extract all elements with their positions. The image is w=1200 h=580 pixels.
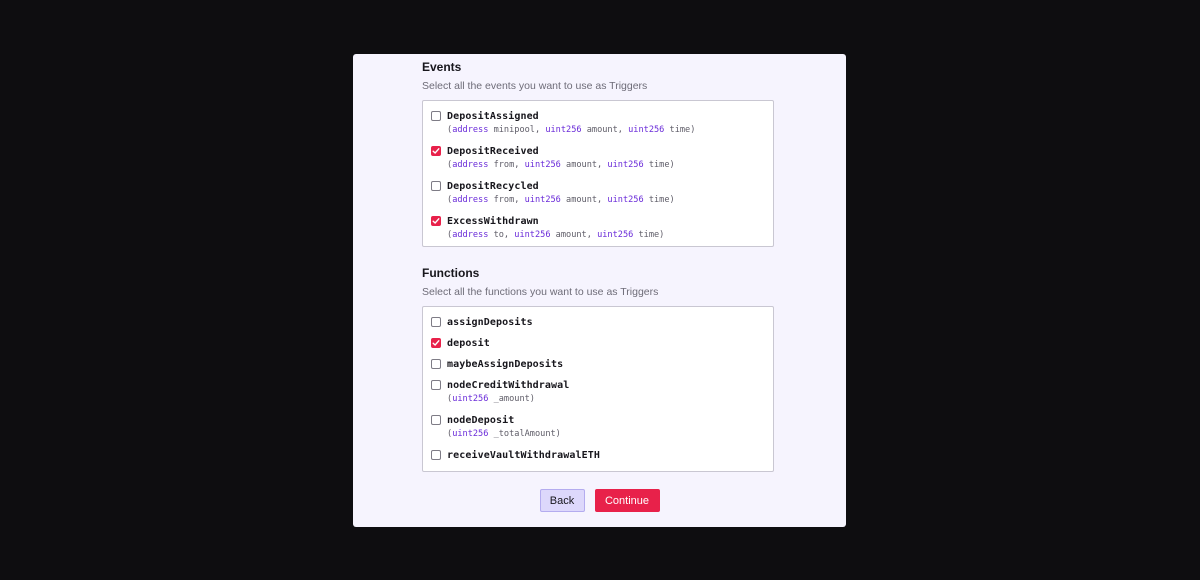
param-text: time) <box>643 195 675 205</box>
param-type: uint256 <box>452 429 489 439</box>
param-text: time) <box>643 160 675 170</box>
function-item[interactable]: receiveVaultWithdrawalETH <box>431 448 765 462</box>
check-icon <box>432 148 440 154</box>
checkbox[interactable] <box>431 359 441 369</box>
events-list[interactable]: DepositAssigned (address minipool, uint25… <box>422 100 774 247</box>
checkbox-checked[interactable] <box>431 338 441 348</box>
item-signature: (address minipool, uint256 amount, uint2… <box>447 124 765 137</box>
item-row[interactable]: assignDeposits <box>431 315 765 329</box>
function-item[interactable]: maybeAssignDeposits <box>431 357 765 371</box>
param-text: amount, <box>560 195 608 205</box>
checkbox-checked[interactable] <box>431 216 441 226</box>
functions-section: Functions Select all the functions you w… <box>422 266 774 472</box>
checkbox-checked[interactable] <box>431 146 441 156</box>
back-button[interactable]: Back <box>539 489 585 512</box>
param-text: _amount) <box>488 394 535 404</box>
item-signature: (address from, uint256 amount, uint256 t… <box>447 194 765 207</box>
functions-list[interactable]: assignDeposits deposit maybeAssignDeposits… <box>422 306 774 472</box>
event-item[interactable]: DepositAssigned (address minipool, uint25… <box>431 109 765 137</box>
param-type: address <box>452 125 489 135</box>
checkbox[interactable] <box>431 450 441 460</box>
param-type: address <box>452 230 489 240</box>
event-item[interactable]: DepositReceived (address from, uint256 am… <box>431 144 765 172</box>
check-icon <box>432 340 440 346</box>
checkbox[interactable] <box>431 181 441 191</box>
item-name: DepositReceived <box>447 145 539 157</box>
events-title: Events <box>422 60 462 74</box>
checkbox[interactable] <box>431 415 441 425</box>
item-row[interactable]: nodeCreditWithdrawal <box>431 378 765 392</box>
param-type: uint256 <box>607 195 644 205</box>
item-name: nodeCreditWithdrawal <box>447 379 570 391</box>
param-type: address <box>452 160 489 170</box>
item-row[interactable]: nodeDeposit <box>431 413 765 427</box>
checkbox[interactable] <box>431 317 441 327</box>
functions-title: Functions <box>422 266 480 280</box>
param-type: uint256 <box>524 195 561 205</box>
events-section: Events Select all the events you want to… <box>422 60 774 247</box>
param-text: _totalAmount) <box>488 429 561 439</box>
item-row[interactable]: recycleDissolvedDeposit <box>431 469 765 472</box>
item-row[interactable]: receiveVaultWithdrawalETH <box>431 448 765 462</box>
param-text: from, <box>488 160 525 170</box>
item-name: recycleDissolvedDeposit <box>447 471 588 472</box>
param-text: from, <box>488 195 525 205</box>
param-type: uint256 <box>452 394 489 404</box>
param-text: minipool, <box>488 125 546 135</box>
item-signature: (uint256 _totalAmount) <box>447 428 765 441</box>
item-row[interactable]: ExcessWithdrawn <box>431 214 765 228</box>
param-text: amount, <box>560 160 608 170</box>
item-signature: (address from, uint256 amount, uint256 t… <box>447 159 765 172</box>
checkbox[interactable] <box>431 471 441 472</box>
events-subtitle: Select all the events you want to use as… <box>422 80 648 92</box>
param-type: uint256 <box>545 125 582 135</box>
function-item[interactable]: nodeDeposit (uint256 _totalAmount) <box>431 413 765 441</box>
item-name: receiveVaultWithdrawalETH <box>447 449 601 461</box>
event-item[interactable]: DepositRecycled (address from, uint256 am… <box>431 179 765 207</box>
item-name: DepositAssigned <box>447 110 539 122</box>
param-type: uint256 <box>628 125 665 135</box>
function-item[interactable]: assignDeposits <box>431 315 765 329</box>
checkbox[interactable] <box>431 111 441 121</box>
item-row[interactable]: DepositReceived <box>431 144 765 158</box>
param-text: time) <box>664 125 696 135</box>
function-item[interactable]: recycleDissolvedDeposit <box>431 469 765 472</box>
param-text: to, <box>488 230 515 240</box>
function-item[interactable]: deposit <box>431 336 765 350</box>
param-type: uint256 <box>597 230 634 240</box>
param-type: uint256 <box>607 160 644 170</box>
item-row[interactable]: DepositRecycled <box>431 179 765 193</box>
item-name: nodeDeposit <box>447 414 515 426</box>
param-text: amount, <box>581 125 629 135</box>
continue-button[interactable]: Continue <box>594 489 660 512</box>
item-name: assignDeposits <box>447 316 533 328</box>
item-name: DepositRecycled <box>447 180 539 192</box>
param-type: uint256 <box>514 230 551 240</box>
item-signature: (uint256 _amount) <box>447 393 765 406</box>
event-item[interactable]: ExcessWithdrawn (address to, uint256 amou… <box>431 214 765 242</box>
param-text: amount, <box>550 230 598 240</box>
item-row[interactable]: maybeAssignDeposits <box>431 357 765 371</box>
item-name: ExcessWithdrawn <box>447 215 539 227</box>
function-item[interactable]: nodeCreditWithdrawal (uint256 _amount) <box>431 378 765 406</box>
param-type: address <box>452 195 489 205</box>
check-icon <box>432 218 440 224</box>
modal-actions: Back Continue <box>353 489 846 512</box>
trigger-selection-modal: Events Select all the events you want to… <box>353 54 846 527</box>
param-type: uint256 <box>524 160 561 170</box>
checkbox[interactable] <box>431 380 441 390</box>
item-row[interactable]: DepositAssigned <box>431 109 765 123</box>
item-name: maybeAssignDeposits <box>447 358 564 370</box>
functions-subtitle: Select all the functions you want to use… <box>422 286 659 298</box>
item-name: deposit <box>447 337 490 349</box>
item-signature: (address to, uint256 amount, uint256 tim… <box>447 229 765 242</box>
param-text: time) <box>633 230 665 240</box>
item-row[interactable]: deposit <box>431 336 765 350</box>
